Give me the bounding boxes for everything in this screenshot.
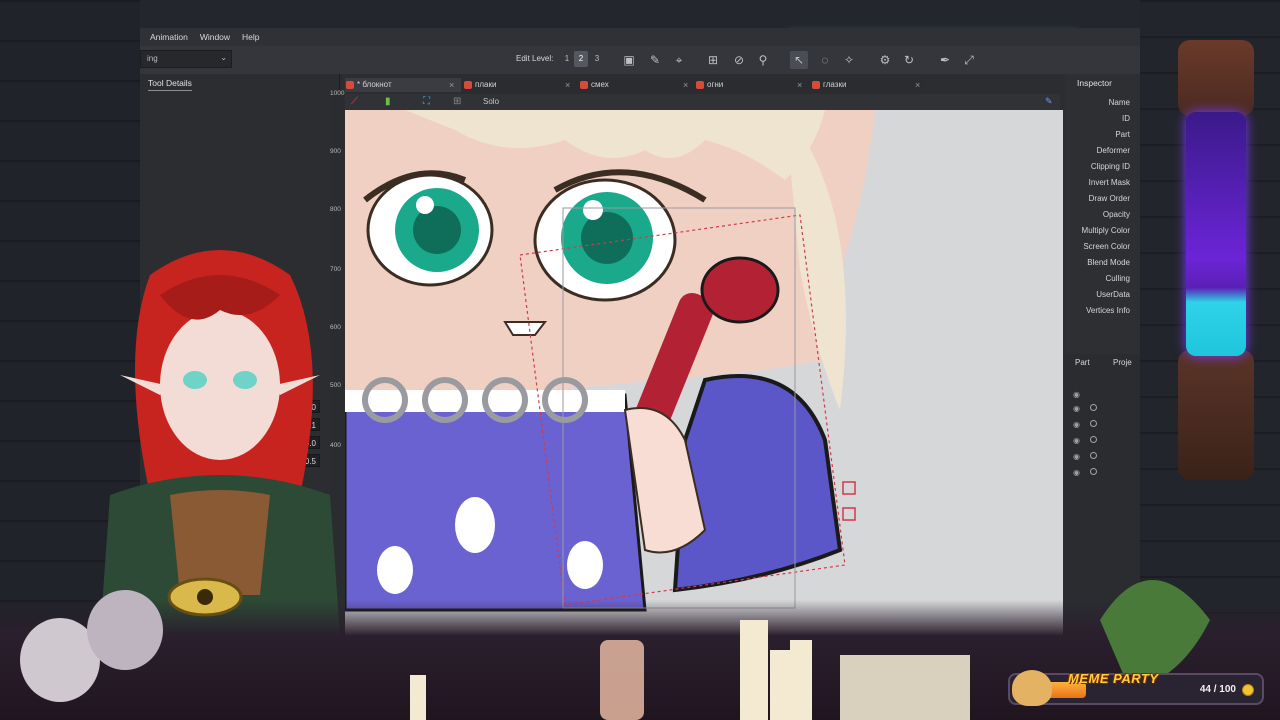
main-toolbar: ing ⌄ Edit Level: 1 2 3 ▣ ✎ ⌖ ⊞ ⊘ ⚲ ↖ ◌ … [140,46,1140,74]
model-file-icon [464,81,472,89]
inspector-title: Inspector [1077,78,1112,88]
connect-icon[interactable]: ⤢ [960,51,978,69]
visibility-eye-icon[interactable]: ◉ [1073,452,1080,461]
tab-glazki[interactable]: глазки × [811,78,925,92]
wand-icon[interactable]: ✧ [840,51,858,69]
close-icon[interactable]: × [449,78,454,92]
inspector-opacity: Opacity [1102,210,1130,219]
pin-icon[interactable]: ✎ [1045,96,1053,107]
tab-part[interactable]: Part [1075,358,1090,367]
auto-tool-icon[interactable]: ⌖ [670,51,688,69]
inspector-vertices-info: Vertices Info [1085,306,1130,315]
doge-icon [1012,670,1052,706]
edit-level-label: Edit Level: [516,54,554,63]
menu-bar: Animation Window Help [140,28,1140,46]
visibility-eye-icon[interactable]: ◉ [1073,390,1080,399]
lock-icon[interactable] [1090,404,1097,411]
brush-tool-icon[interactable]: ⚲ [754,51,772,69]
mode-dropdown-value: ing [147,54,158,63]
visibility-eye-icon[interactable]: ◉ [1073,420,1080,429]
model-file-icon [346,81,354,89]
arrow-select-icon[interactable]: ↖ [790,51,808,69]
visibility-eye-icon[interactable]: ◉ [1073,404,1080,413]
visibility-eye-icon[interactable]: ◉ [1073,436,1080,445]
close-icon[interactable]: × [915,78,920,92]
inspector-userdata[interactable]: UserData [1096,290,1130,299]
overlay-wall-top [140,0,1140,28]
tab-label: огни [707,80,724,89]
inspector-invert-mask: Invert Mask [1088,178,1130,187]
inspector-draw-order: Draw Order [1088,194,1130,203]
grid-view-icon[interactable]: ⊞ [453,96,461,107]
menu-animation[interactable]: Animation [150,32,188,42]
model-file-icon [696,81,704,89]
fit-view-icon[interactable]: ⛶ [423,96,430,107]
potion-tube [1186,112,1246,356]
tab-smekh[interactable]: смех × [579,78,695,92]
lock-icon[interactable] [1090,468,1097,475]
pin-tool-icon[interactable]: ⚙ [876,51,894,69]
tab-plaki[interactable]: плаки × [463,78,577,92]
menu-help[interactable]: Help [242,32,259,42]
inspector-screen-color: Screen Color [1083,242,1130,251]
model-file-icon [580,81,588,89]
lasso-icon[interactable]: ◌ [816,51,834,69]
chevron-down-icon: ⌄ [220,53,227,62]
tab-project[interactable]: Proje [1113,358,1132,367]
deformer-icon[interactable]: ▣ [620,51,638,69]
tab-label: * блокнот [357,80,392,89]
close-icon[interactable]: × [565,78,570,92]
inspector-part: Part [1115,130,1130,139]
potion-tube-cap [1178,40,1254,116]
tab-label: глазки [823,80,847,89]
tab-bloknot[interactable]: * блокнот × [345,78,461,92]
rotate-tool-icon[interactable]: ↻ [900,51,918,69]
lock-icon[interactable] [1090,420,1097,427]
document-tabs: * блокнот × плаки × смех × огни × глазки… [345,78,925,92]
tab-label: смех [591,80,609,89]
path-tool-icon[interactable]: ✎ [646,51,664,69]
meme-party-title: MEME PARTY [1068,671,1159,686]
edit-level-2[interactable]: 2 [574,51,588,67]
inspector-multiply-color: Multiply Color [1081,226,1130,235]
inspector-name: Name [1108,98,1130,107]
ruler-tick: 1000 [330,90,345,97]
meme-party-count: 44 / 100 [1199,684,1236,695]
edit-level-3[interactable]: 3 [590,51,604,67]
close-icon[interactable]: × [797,78,802,92]
view-toolbar: ⟋ ▮ ⛶ ⊞ Solo ✎ [345,94,1060,110]
lock-icon[interactable] [1090,452,1097,459]
tool-details-tab[interactable]: Tool Details [148,78,192,91]
inspector-panel: Inspector Name ID Part Deformer Clipping… [1065,74,1140,354]
inspector-id: ID [1122,114,1130,123]
inspector-culling: Culling [1105,274,1130,283]
mesh-view-icon[interactable]: ⟋ [351,96,358,107]
inspector-deformer: Deformer [1096,146,1130,155]
visibility-eye-icon[interactable]: ◉ [1073,468,1080,477]
close-icon[interactable]: × [683,78,688,92]
pen-icon[interactable]: ✒ [936,51,954,69]
grid-tool-icon[interactable]: ⊞ [704,51,722,69]
menu-window[interactable]: Window [200,32,230,42]
ruler-tick: 800 [330,206,341,213]
layer-toggle-icon[interactable]: ▮ [385,96,391,107]
solo-label[interactable]: Solo [483,97,499,106]
lock-icon[interactable] [1090,436,1097,443]
ruler-tick: 900 [330,148,341,155]
inspector-clipping-id: Clipping ID [1090,162,1130,171]
lasso-edit-icon[interactable]: ⊘ [730,51,748,69]
tab-ogni[interactable]: огни × [695,78,811,92]
model-file-icon [812,81,820,89]
mode-dropdown[interactable]: ing ⌄ [140,50,232,68]
inspector-blend-mode: Blend Mode [1087,258,1130,267]
coin-icon [1242,684,1254,696]
tab-label: плаки [475,80,497,89]
edit-level-1[interactable]: 1 [560,51,574,67]
potion-tube-base [1178,350,1254,480]
